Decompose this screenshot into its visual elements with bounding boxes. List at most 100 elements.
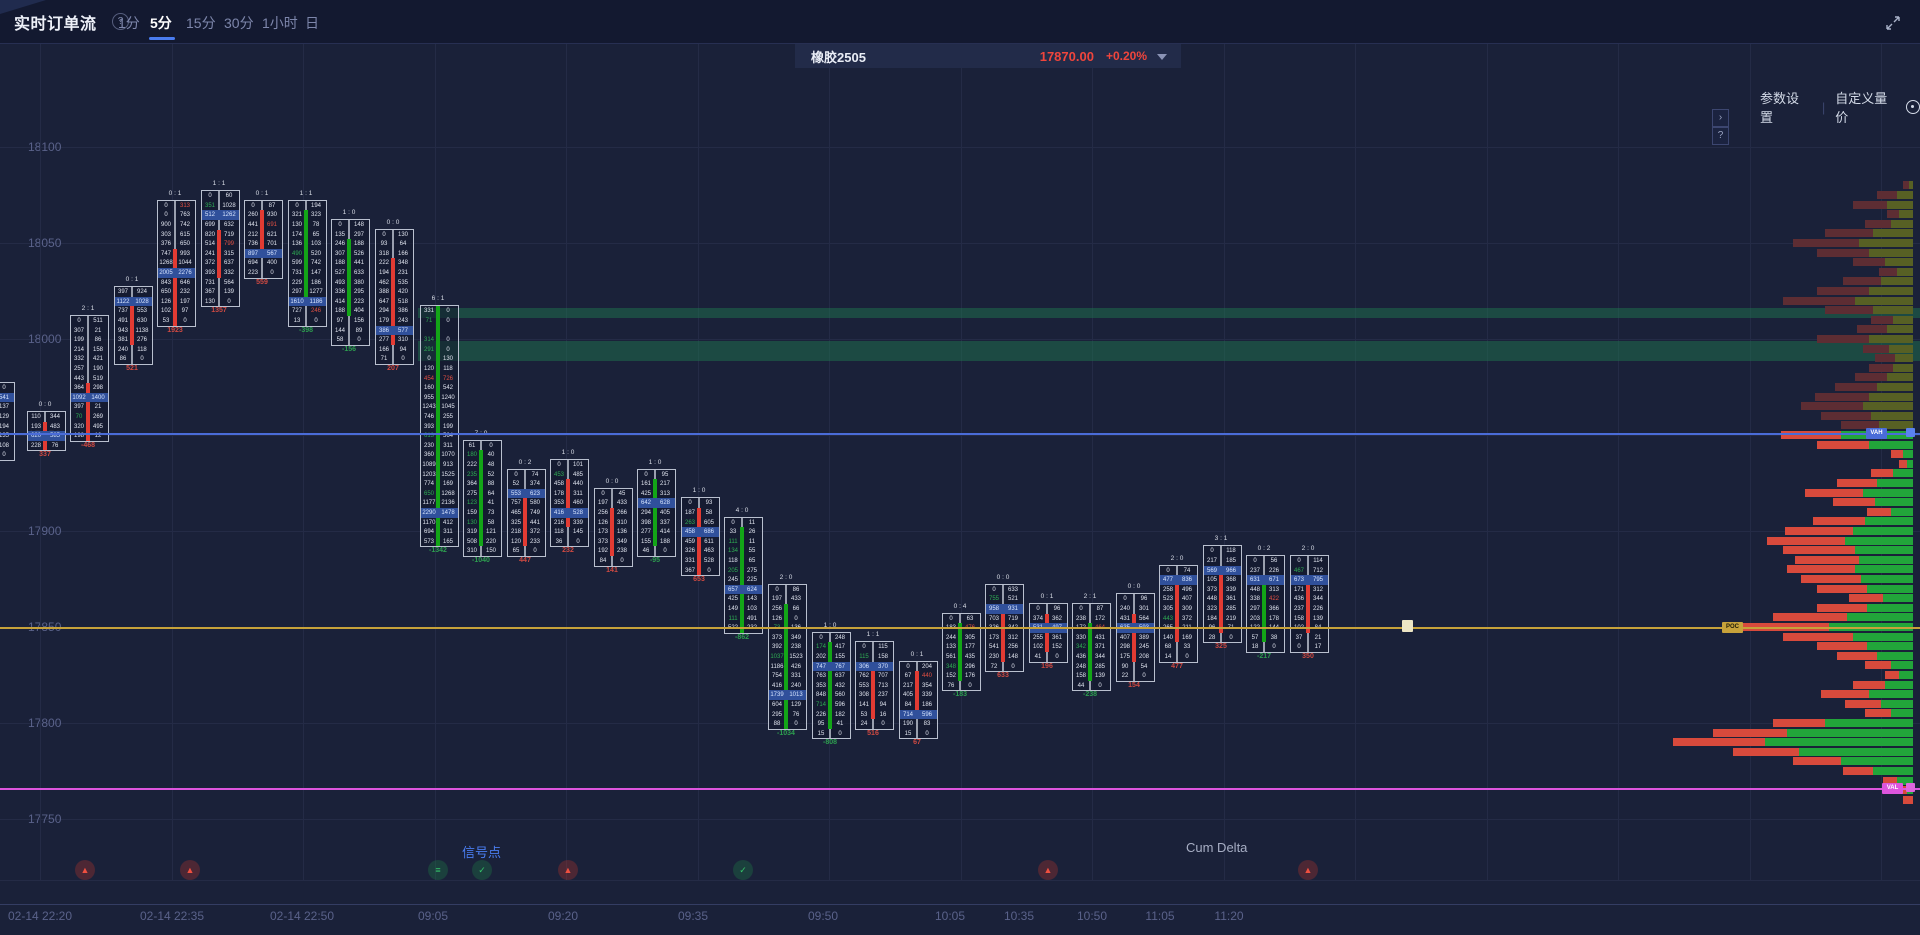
- footprint-candle[interactable]: 0451974332562661263101731363733491922388…: [594, 488, 633, 567]
- footprint-candle[interactable]: 0130936431816622234819423146253538842064…: [375, 229, 414, 365]
- candle-delta-footer: 196: [1029, 663, 1066, 670]
- footprint-candle[interactable]: 0872381721724643304313423714363442482851…: [1072, 603, 1111, 691]
- signal-up-icon[interactable]: ▲: [75, 860, 95, 880]
- tab-30分[interactable]: 30分: [224, 13, 254, 33]
- footprint-row: 22876: [28, 441, 65, 451]
- volume-profile-bar: [1783, 633, 1913, 641]
- signal-icon[interactable]: ✓: [733, 860, 753, 880]
- vp-sell-segment: [1713, 729, 1787, 737]
- ask-volume: 646: [177, 279, 194, 287]
- signal-icon[interactable]: ✓: [472, 860, 492, 880]
- footprint-candle[interactable]: 0114467712673795171312436344237226158139…: [1290, 555, 1329, 653]
- ask-volume: 147: [308, 269, 325, 277]
- ask-volume: 60: [221, 192, 238, 200]
- ask-volume: 344: [1092, 653, 1109, 661]
- footprint-row: 18040: [464, 450, 501, 460]
- x-axis-label: 02-14 22:35: [140, 909, 204, 923]
- footprint-row: 179243: [376, 316, 413, 326]
- ask-volume: 240: [788, 682, 805, 690]
- footprint-row: 17465: [289, 230, 326, 240]
- footprint-row: 11221028: [115, 297, 152, 307]
- footprint-row: 18758: [682, 508, 719, 518]
- bid-volume: 140: [1160, 634, 1177, 642]
- footprint-row: 52374: [508, 479, 545, 489]
- footprint-candle[interactable]: 0962403014315646355934073892982451752089…: [1116, 593, 1155, 681]
- footprint-candle[interactable]: 0101453485458440178311353460416528216339…: [550, 459, 589, 547]
- footprint-candle[interactable]: 0951612174253136426282944053983372774141…: [637, 469, 676, 557]
- ask-volume: 339: [919, 691, 936, 699]
- tab-15分[interactable]: 15分: [186, 13, 216, 33]
- tab-日[interactable]: 日: [305, 13, 319, 33]
- custom-volprice-button[interactable]: 自定义量价: [1835, 88, 1900, 126]
- footprint-candle[interactable]: 0745237455362375758046574932544121837212…: [507, 469, 546, 557]
- footprint-row: 760: [943, 681, 980, 691]
- panel-expand-button[interactable]: ›: [1712, 109, 1729, 127]
- ask-volume: 143: [744, 595, 761, 603]
- footprint-candle[interactable]: 6101804022248235523648827564123411597313…: [463, 440, 502, 557]
- vp-sell-segment: [1821, 412, 1871, 420]
- footprint-candle[interactable]: 0148135297246188307526188441527633493380…: [331, 219, 370, 346]
- footprint-candle[interactable]: 3979241122102873755349163094311383812762…: [114, 286, 153, 365]
- ask-volume: 380: [351, 279, 368, 287]
- footprint-row: 351194: [0, 422, 14, 432]
- footprint-candle[interactable]: 11034419348362058522876: [27, 411, 66, 451]
- footprint-candle[interactable]: 0511307211998621415833242125719044351936…: [70, 315, 109, 442]
- signal-up-icon[interactable]: ▲: [180, 860, 200, 880]
- signal-up-icon[interactable]: ▲: [1298, 860, 1318, 880]
- signal-up-icon[interactable]: ▲: [1038, 860, 1058, 880]
- volume-profile-bar: [1853, 258, 1913, 266]
- vp-buy-segment: [1859, 556, 1913, 564]
- footprint-row: 305309: [1160, 604, 1197, 614]
- tab-5分[interactable]: 5分: [150, 13, 172, 33]
- ask-volume: 130: [395, 231, 412, 239]
- signal-glyph: ✓: [739, 865, 747, 875]
- vp-sell-segment: [1773, 613, 1847, 621]
- footprint-candle[interactable]: 0744778362584965234073053094433722652111…: [1159, 565, 1198, 663]
- volume-profile-bar: [1885, 671, 1913, 679]
- footprint-candle[interactable]: 0113326111111345511865205275245225657624…: [724, 517, 763, 634]
- footprint-candle[interactable]: 0872609304416912126217367018975676944002…: [244, 200, 283, 279]
- ask-volume: 78: [308, 221, 325, 229]
- y-axis-label: 18100: [28, 140, 61, 154]
- signal-up-icon[interactable]: ▲: [558, 860, 578, 880]
- footprint-candle[interactable]: 0248174417202155747767763637353432848560…: [812, 632, 851, 740]
- bid-volume: 397: [115, 288, 132, 296]
- collapse-icon[interactable]: [1884, 14, 1902, 32]
- footprint-candle[interactable]: 0194321323130781746513610349052059974273…: [288, 200, 327, 327]
- signal-icon[interactable]: ≡: [428, 860, 448, 880]
- bid-volume: 604: [769, 701, 786, 709]
- footprint-candle[interactable]: 0115115158306370762707553713308237141945…: [855, 641, 894, 729]
- footprint-row: 39721: [71, 402, 108, 412]
- ask-volume: 712: [1310, 567, 1327, 575]
- footprint-candle[interactable]: 0931875826360545868645961132646333152836…: [681, 497, 720, 576]
- bid-volume: 255: [1030, 634, 1047, 642]
- footprint-candle[interactable]: 0204674402173544053398418671459619083150: [899, 661, 938, 740]
- footprint-candle[interactable]: 0631834762443051331775614353482961521767…: [942, 613, 981, 692]
- footprint-candle[interactable]: 0562372266316714483133384222973662031781…: [1246, 555, 1285, 653]
- footprint-candle[interactable]: 0861974332566612607313637334939223810371…: [768, 584, 807, 730]
- symbol-selector[interactable]: 橡胶2505 17870.00 +0.20%: [795, 44, 1181, 68]
- footprint-row: 255361: [1030, 633, 1067, 643]
- ask-volume: 0: [1005, 663, 1022, 671]
- tab-1小时[interactable]: 1小时: [262, 13, 298, 33]
- bid-volume: 2290: [421, 509, 438, 517]
- footprint-row: 074: [508, 470, 545, 480]
- vp-sell-segment: [1879, 268, 1897, 276]
- param-settings-button[interactable]: 参数设置: [1760, 88, 1812, 126]
- panel-help-button[interactable]: ?: [1712, 127, 1729, 145]
- bid-volume: 900: [158, 221, 175, 229]
- vp-buy-segment: [1887, 325, 1913, 333]
- footprint-candle[interactable]: 2330899541310137284129351194207135152108…: [0, 382, 15, 461]
- footprint-candle[interactable]: 3310710314029100130120118454726160542955…: [420, 305, 459, 547]
- ask-volume: 713: [875, 682, 892, 690]
- tab-1分[interactable]: 1分: [118, 13, 140, 33]
- footprint-candle[interactable]: 0603511028512126269963282071951479924131…: [201, 190, 240, 307]
- vp-buy-segment: [1867, 642, 1913, 650]
- footprint-candle[interactable]: 0313076390074230361537665074799312681044…: [157, 200, 196, 327]
- bid-volume: 331: [682, 557, 699, 565]
- v-gridline: [1487, 43, 1488, 880]
- footprint-candle[interactable]: 096374362531497255361102152410: [1029, 603, 1068, 663]
- gear-icon[interactable]: [1906, 100, 1920, 114]
- ask-volume: 535: [395, 279, 412, 287]
- orderflow-chart[interactable]: 1810018050180001795017900178501780017750…: [0, 43, 1920, 935]
